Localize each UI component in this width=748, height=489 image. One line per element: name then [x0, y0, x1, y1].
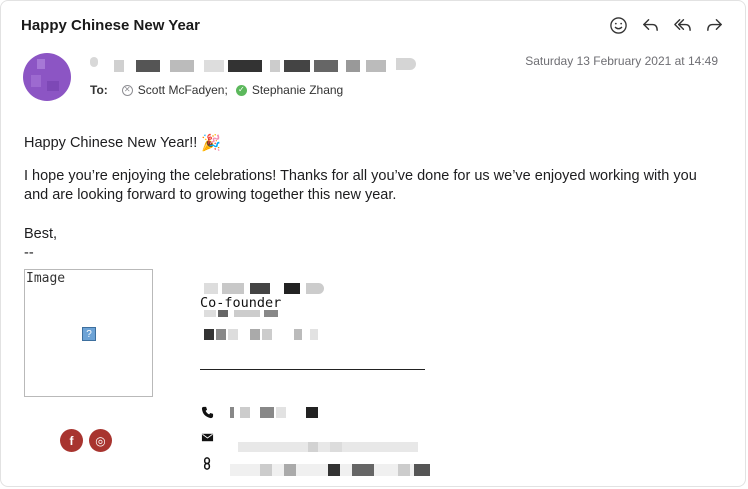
instagram-button[interactable]: ◎ [89, 429, 112, 452]
facebook-button[interactable]: f [60, 429, 83, 452]
instagram-icon: ◎ [95, 433, 106, 448]
email-icon [200, 430, 214, 444]
recipient-row: To: ✕ Scott McFadyen; ✓ Stephanie Zhang [90, 83, 351, 97]
reply-button[interactable] [640, 14, 660, 36]
reply-all-button[interactable] [672, 14, 692, 36]
greeting-line: Happy Chinese New Year!! 🎉 [24, 134, 714, 153]
recipient-chip[interactable]: ✕ Scott McFadyen; [121, 83, 228, 97]
reply-icon [642, 18, 658, 31]
verified-check-icon: ✓ [235, 84, 247, 96]
image-alt-text: Image [26, 271, 66, 286]
facebook-icon: f [69, 433, 74, 448]
recipient-name: Scott McFadyen; [137, 83, 228, 97]
email-date: Saturday 13 February 2021 at 14:49 [525, 54, 718, 68]
recipient-chip[interactable]: ✓ Stephanie Zhang [235, 83, 344, 97]
email-subject: Happy Chinese New Year [21, 17, 200, 34]
signature-image-placeholder: Image ? [24, 269, 153, 397]
unknown-status-icon: ✕ [121, 84, 133, 96]
message-toolbar [608, 14, 724, 36]
recipient-name: Stephanie Zhang [251, 83, 344, 97]
signature-separator: -- [24, 245, 34, 261]
emoji-reaction-button[interactable] [608, 14, 628, 36]
link-icon [200, 456, 214, 470]
sender-name-redacted [90, 57, 420, 74]
sender-avatar [23, 53, 71, 101]
broken-image-icon: ? [82, 327, 96, 341]
message-text: I hope you’re enjoying the celebrations!… [24, 168, 697, 203]
email-body: Happy Chinese New Year!! 🎉 I hope you’re… [24, 134, 714, 263]
reply-all-icon [673, 18, 691, 31]
forward-button[interactable] [704, 14, 724, 36]
signoff-text: Best, [24, 226, 58, 242]
signature-role: Co-founder [200, 295, 282, 311]
party-popper-icon: 🎉 [201, 135, 222, 152]
greeting-text: Happy Chinese New Year!! [24, 135, 198, 151]
to-label: To: [90, 83, 108, 97]
forward-icon [706, 18, 722, 31]
signature-divider [200, 369, 425, 370]
emoji-reaction-icon [609, 16, 627, 34]
social-links: f ◎ [60, 429, 112, 452]
phone-icon [200, 405, 214, 419]
